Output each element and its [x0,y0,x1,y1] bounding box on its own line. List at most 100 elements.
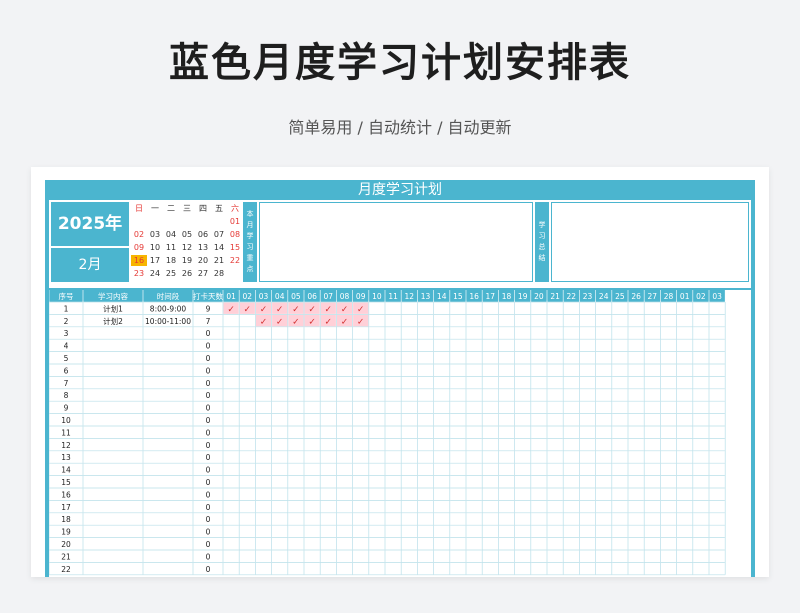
focus-label-char: 本 [246,210,254,218]
calendar-day: 17 [149,256,161,265]
day-header-cell: 19 [518,292,528,301]
calendar-day: 06 [197,230,209,239]
row-number: 21 [61,552,71,561]
summary-notes[interactable] [551,202,749,282]
row-number: 16 [61,490,71,499]
day-header-cell: 10 [372,292,382,301]
day-header-cell: 02 [696,292,706,301]
row-count: 0 [206,416,211,425]
year-cell[interactable]: 2025年 [51,202,129,246]
page-title: 蓝色月度学习计划安排表 [169,40,631,86]
month-cell[interactable]: 2月 [51,248,129,282]
calendar-day: 11 [165,243,177,252]
day-header-cell: 16 [469,292,479,301]
row-count: 0 [206,540,211,549]
sheet-frame: 月度学习计划 2025年 2月 日一二三四五六 01 02 03 04 05 06 07 08 0… [45,180,755,577]
row-count: 0 [206,379,211,388]
focus-label-char: 重 [246,254,254,262]
calendar-day [195,216,211,227]
focus-label: 本月学习重点 [243,202,257,282]
row-count: 0 [206,441,211,450]
table-header-cell: 序号 [59,291,74,301]
day-header-cell: 15 [453,292,463,301]
check-mark: ✓ [276,305,284,315]
check-mark: ✓ [292,317,300,327]
calendar-weekday: 六 [231,204,239,213]
row-count: 0 [206,404,211,413]
calendar-day [131,216,147,227]
calendar-weekday: 三 [183,204,191,213]
summary-label-char: 学 [538,221,546,229]
day-header-cell: 05 [291,292,301,301]
day-header-cell: 07 [324,292,334,301]
row-number: 5 [64,354,69,363]
calendar-day: 03 [149,230,161,239]
row-content: 计划1 [103,303,123,313]
calendar-day: 26 [181,269,193,278]
day-header-cell: 08 [340,292,350,301]
row-number: 8 [64,391,69,400]
check-mark: ✓ [357,305,365,315]
calendar-day: 21 [213,256,225,265]
check-mark: ✓ [260,305,268,315]
day-header-cell: 22 [567,292,577,301]
row-count: 7 [206,317,211,326]
calendar-day: 08 [229,230,241,239]
row-number: 22 [61,565,71,574]
row-number: 1 [64,304,69,313]
calendar-week-row: 09 10 11 12 13 14 15 [131,242,241,253]
row-number: 12 [61,441,71,450]
summary-label-char: 习 [538,232,546,240]
row-number: 14 [61,466,71,475]
row-number: 15 [61,478,71,487]
calendar-day: 02 [133,230,145,239]
calendar-day [179,216,195,227]
day-header-cell: 02 [243,292,253,301]
day-header-cell: 17 [486,292,496,301]
row-count: 0 [206,515,211,524]
summary-label-char: 结 [538,254,546,262]
check-mark: ✓ [341,317,349,327]
calendar-day: 05 [181,230,193,239]
table-header-cell: 学习内容 [98,291,128,301]
day-header-cell: 25 [615,292,625,301]
check-mark: ✓ [260,317,268,327]
day-header-cell: 13 [421,292,431,301]
spreadsheet-card: 月度学习计划 2025年 2月 日一二三四五六 01 02 03 04 05 06 07 08 0… [31,167,769,577]
calendar-week-row: 23 24 25 26 27 28 [131,268,241,279]
day-header-cell: 09 [356,292,366,301]
row-number: 6 [64,366,69,375]
focus-notes[interactable] [259,202,533,282]
day-header-cell: 27 [648,292,658,301]
day-header-cell: 01 [680,292,690,301]
focus-label-char: 习 [246,243,254,251]
calendar-day [211,216,227,227]
day-header-cell: 03 [712,292,722,301]
plan-table: 序号 学习内容 时间段 打卡天数 01 02 03 04 05 06 07 08 09 10 11 12 13 1… [48,290,751,577]
day-header-cell: 20 [534,292,544,301]
focus-label-char: 点 [246,265,254,273]
calendar-weekday: 二 [167,204,175,213]
calendar-day: 25 [165,269,177,278]
row-count: 0 [206,391,211,400]
row-count: 0 [206,528,211,537]
calendar-week-row: 02 03 04 05 06 07 08 [131,229,241,240]
row-time: 8:00-9:00 [150,304,187,313]
page-subtitle: 简单易用 / 自动统计 / 自动更新 [288,118,512,137]
calendar-day [163,216,179,227]
row-number: 19 [61,528,71,537]
day-header-cell: 28 [664,292,674,301]
row-count: 0 [206,453,211,462]
row-count: 0 [206,565,211,574]
check-mark: ✓ [276,317,284,327]
calendar-week-row: 16 17 18 19 20 21 22 [131,255,241,266]
focus-label-char: 月 [246,221,254,229]
calendar-day: 15 [229,243,241,252]
calendar-day: 09 [133,243,145,252]
row-number: 4 [64,342,69,351]
row-count: 0 [206,366,211,375]
calendar-day: 28 [213,269,225,278]
calendar-weekday-row: 日一二三四五六 [131,203,241,214]
check-mark: ✓ [357,317,365,327]
calendar-weekday: 一 [151,204,159,213]
